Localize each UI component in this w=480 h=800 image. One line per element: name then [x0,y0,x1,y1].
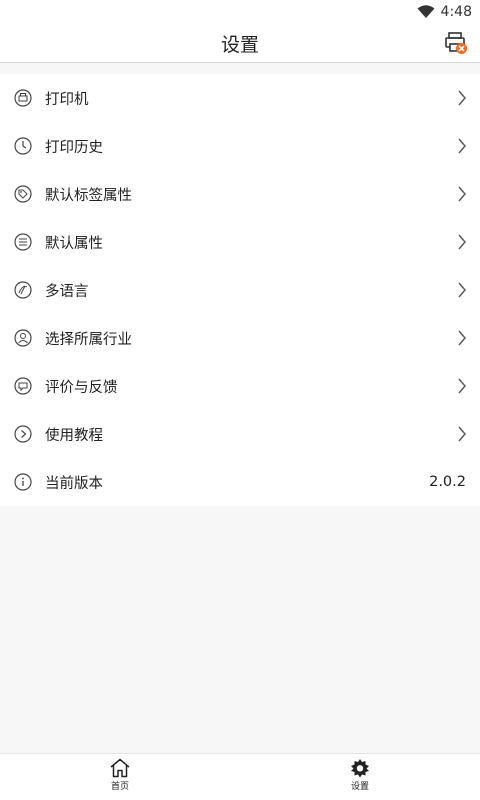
menu-item-print-history[interactable]: 打印历史 [0,122,480,170]
menu-item-version: 当前版本 2.0.2 [0,458,480,506]
play-icon [14,425,32,443]
menu-item-label: 打印历史 [45,139,103,156]
menu-item-label: 打印机 [45,91,89,108]
chevron-right-icon [458,138,466,154]
chevron-right-icon [458,426,466,442]
tab-label: 设置 [350,782,369,792]
industry-icon [14,329,32,347]
menu-item-label: 选择所属行业 [45,331,132,348]
version-value: 2.0.2 [429,474,466,490]
title-bar: 设置 [0,24,480,63]
tag-icon [14,185,32,203]
menu-item-language[interactable]: 多语言 [0,266,480,314]
bottom-tab-bar: 首页 设置 [0,753,480,800]
wifi-icon [417,5,435,18]
list-icon [14,233,32,251]
chevron-right-icon [458,378,466,394]
menu-item-label: 评价与反馈 [45,379,118,396]
menu-item-default-label-props[interactable]: 默认标签属性 [0,170,480,218]
gear-icon [351,759,369,778]
status-time: 4:48 [440,4,472,20]
menu-item-industry[interactable]: 选择所属行业 [0,314,480,362]
menu-item-label: 默认属性 [45,235,103,252]
tab-home[interactable]: 首页 [90,758,150,798]
chevron-right-icon [458,330,466,346]
info-icon [14,473,32,491]
clock-icon [14,137,32,155]
printer-error-icon[interactable] [444,31,468,55]
settings-menu: 打印机 打印历史 默认标签属性 默认属性 多语言 选择所属行业 评价与反馈 使用… [0,74,480,506]
tab-label: 首页 [110,782,129,792]
home-icon [110,758,130,778]
chevron-right-icon [458,186,466,202]
language-icon [14,281,32,299]
printer-circle-icon [14,89,32,107]
menu-item-printer[interactable]: 打印机 [0,74,480,122]
chevron-right-icon [458,234,466,250]
menu-item-label: 多语言 [45,283,89,300]
chevron-right-icon [458,90,466,106]
page-title: 设置 [220,33,259,56]
tab-settings[interactable]: 设置 [330,758,390,798]
status-bar: 4:48 [0,0,480,24]
menu-item-label: 当前版本 [45,475,103,492]
menu-item-label: 使用教程 [45,427,103,444]
feedback-icon [14,377,32,395]
menu-item-tutorial[interactable]: 使用教程 [0,410,480,458]
chevron-right-icon [458,282,466,298]
menu-item-default-props[interactable]: 默认属性 [0,218,480,266]
menu-item-label: 默认标签属性 [45,187,132,204]
menu-item-feedback[interactable]: 评价与反馈 [0,362,480,410]
